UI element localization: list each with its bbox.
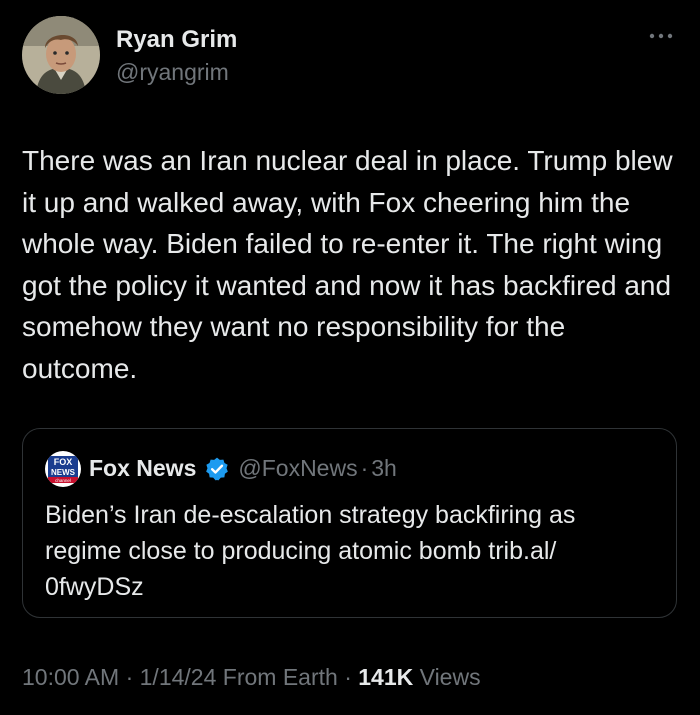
fox-news-logo[interactable]: FOX NEWS channel [45, 451, 81, 487]
quoted-timestamp[interactable]: 3h [371, 455, 397, 482]
avatar-portrait-icon [22, 16, 100, 94]
tweet-source: From Earth [216, 664, 338, 690]
meta-separator: · [119, 664, 140, 690]
verified-badge-icon [204, 456, 230, 482]
fox-logo-text-top: FOX [54, 457, 73, 467]
views-count[interactable]: 141K [358, 664, 413, 690]
tweet-meta: 10:00 AM · 1/14/24 From Earth · 141K Vie… [22, 664, 481, 691]
quoted-tweet-header: Fox News @FoxNews · 3h [89, 455, 397, 482]
quoted-separator: · [360, 455, 369, 481]
tweet: Ryan Grim @ryangrim There was an Iran nu… [0, 0, 700, 715]
author-handle[interactable]: @ryangrim [116, 59, 229, 86]
quoted-tweet-card[interactable]: FOX NEWS channel Fox News @FoxNews · 3h … [22, 428, 677, 618]
tweet-text: There was an Iran nuclear deal in place.… [22, 145, 673, 384]
author-name[interactable]: Ryan Grim [116, 26, 237, 54]
tweet-time[interactable]: 10:00 AM [22, 664, 119, 690]
quoted-tweet-text: Biden’s Iran de-escalation strategy back… [45, 501, 576, 601]
fox-logo-text-mid: NEWS [51, 468, 76, 477]
meta-separator: · [337, 664, 359, 690]
author-avatar[interactable] [22, 16, 100, 94]
fox-logo-text-bottom: channel [55, 478, 71, 483]
views-label: Views [413, 664, 481, 690]
quoted-author-name[interactable]: Fox News [89, 455, 196, 482]
more-horizontal-icon[interactable] [646, 26, 676, 46]
quoted-author-handle[interactable]: @FoxNews [238, 455, 357, 482]
tweet-date[interactable]: 1/14/24 [140, 664, 217, 690]
